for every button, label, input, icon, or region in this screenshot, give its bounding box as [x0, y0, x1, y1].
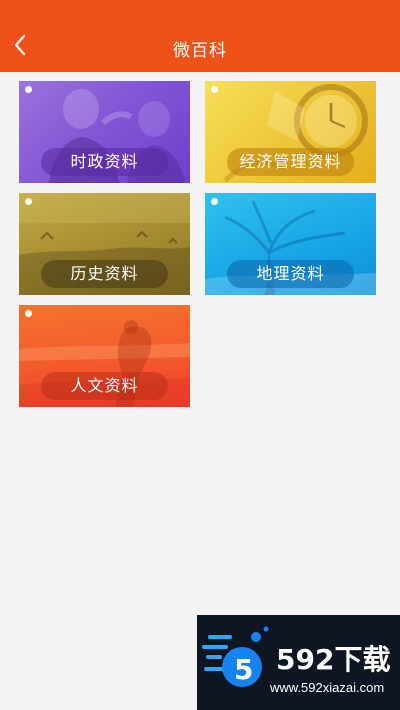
category-label: 时政资料	[41, 148, 168, 176]
svg-text:5: 5	[234, 653, 253, 686]
category-card-economics[interactable]: 经济管理资料	[205, 81, 376, 183]
category-card-humanities[interactable]: 人文资料	[19, 305, 190, 407]
category-card-politics[interactable]: 时政资料	[19, 81, 190, 183]
watermark-brand: 592下载	[276, 643, 391, 676]
category-label: 地理资料	[227, 260, 354, 288]
watermark-url: www.592xiazai.com	[270, 680, 385, 695]
card-indicator-dot	[211, 198, 218, 205]
page-title: 微百科	[173, 41, 227, 61]
card-indicator-dot	[25, 86, 32, 93]
category-card-geography[interactable]: 地理资料	[205, 193, 376, 295]
app-header: 微百科	[0, 0, 400, 72]
category-label: 经济管理资料	[227, 148, 354, 176]
card-indicator-dot	[211, 86, 218, 93]
card-indicator-dot	[25, 310, 32, 317]
category-card-history[interactable]: 历史资料	[19, 193, 190, 295]
card-indicator-dot	[25, 198, 32, 205]
category-label: 人文资料	[41, 372, 168, 400]
site-logo-icon: 5	[202, 626, 269, 687]
category-label: 历史资料	[41, 260, 168, 288]
